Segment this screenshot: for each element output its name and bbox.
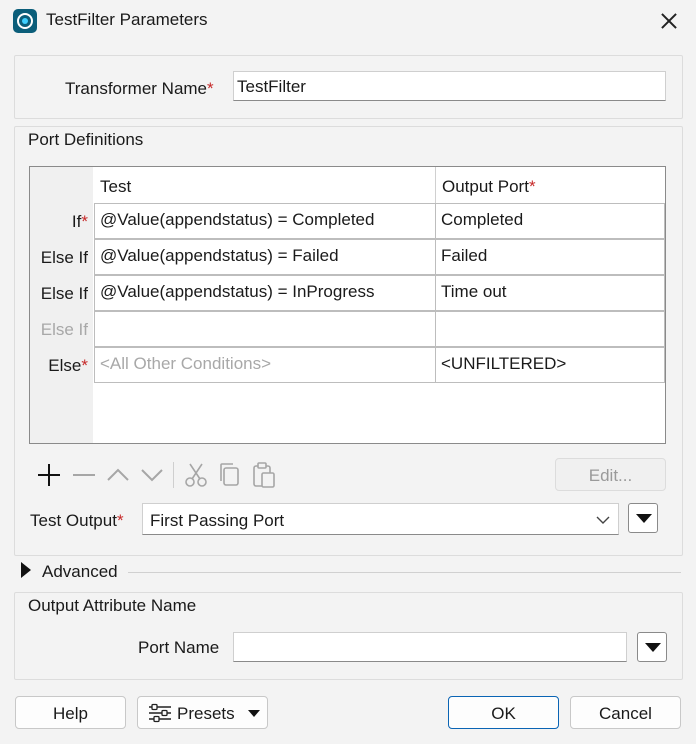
advanced-divider: [128, 572, 681, 573]
transformer-name-input[interactable]: TestFilter: [233, 71, 666, 101]
output-cell[interactable]: Completed: [435, 203, 665, 239]
advanced-label[interactable]: Advanced: [42, 562, 118, 582]
output-attribute-title: Output Attribute Name: [28, 596, 197, 615]
row-label-else-if: Else If: [40, 284, 88, 303]
toolbar-separator: [173, 462, 174, 488]
row-label-text: Else: [48, 356, 82, 375]
close-icon[interactable]: [652, 4, 686, 38]
required-star: *: [81, 212, 88, 231]
output-cell[interactable]: Failed: [435, 239, 665, 275]
required-star: *: [207, 79, 214, 98]
remove-icon[interactable]: [69, 460, 99, 490]
row-label-if: If*: [30, 212, 88, 232]
copy-icon[interactable]: [215, 460, 245, 490]
header-divider: [435, 167, 436, 203]
test-cell[interactable]: @Value(appendstatus) = Completed: [94, 203, 436, 239]
expand-triangle-icon[interactable]: [21, 562, 31, 578]
window-title: TestFilter Parameters: [46, 10, 208, 29]
help-button[interactable]: Help: [15, 696, 126, 729]
cancel-button[interactable]: Cancel: [570, 696, 681, 729]
output-cell[interactable]: Time out: [435, 275, 665, 311]
column-header-output-wrap[interactable]: Output Port*: [442, 177, 536, 197]
test-output-value: First Passing Port: [150, 511, 285, 530]
presets-button[interactable]: Presets: [137, 696, 268, 729]
port-name-dropdown-arrow-icon[interactable]: [637, 632, 667, 662]
test-cell[interactable]: @Value(appendstatus) = Failed: [94, 239, 436, 275]
dropdown-arrow-icon: [248, 710, 260, 717]
test-cell[interactable]: <All Other Conditions>: [94, 347, 436, 383]
test-cell[interactable]: @Value(appendstatus) = InProgress: [94, 275, 436, 311]
required-star: *: [81, 356, 88, 375]
row-label-else: Else*: [30, 356, 88, 376]
test-output-label-wrap: Test Output*: [30, 511, 124, 531]
edit-button[interactable]: Edit...: [555, 458, 666, 491]
cut-icon[interactable]: [181, 460, 211, 490]
row-label-else-if-placeholder: Else If: [40, 320, 88, 339]
column-header-output: Output Port: [442, 177, 529, 196]
add-icon[interactable]: [34, 460, 64, 490]
output-cell[interactable]: [435, 311, 665, 347]
required-star: *: [116, 511, 124, 530]
test-output-dropdown-arrow-icon[interactable]: [628, 503, 658, 533]
transformer-name-label-wrap: Transformer Name*: [65, 79, 214, 99]
row-label-else-if: Else If: [40, 248, 88, 267]
test-output-select[interactable]: First Passing Port: [142, 503, 619, 535]
move-down-icon[interactable]: [137, 460, 167, 490]
transformer-name-label: Transformer Name: [65, 79, 208, 98]
row-label-text: If: [71, 212, 82, 231]
port-name-label: Port Name: [138, 638, 220, 657]
transformer-name-value: TestFilter: [237, 77, 306, 96]
move-up-icon[interactable]: [103, 460, 133, 490]
test-output-label: Test Output: [30, 511, 117, 530]
port-name-input[interactable]: [233, 632, 627, 662]
column-header-test[interactable]: Test: [100, 177, 131, 197]
app-icon: [13, 9, 37, 33]
test-cell[interactable]: [94, 311, 436, 347]
chevron-down-icon: [596, 516, 610, 524]
paste-icon[interactable]: [249, 460, 279, 490]
ok-button[interactable]: OK: [448, 696, 559, 729]
presets-label: Presets: [177, 704, 235, 723]
required-star: *: [528, 177, 536, 196]
output-cell[interactable]: <UNFILTERED>: [435, 347, 665, 383]
presets-sliders-icon: [149, 703, 171, 723]
row-label-gutter: [30, 167, 93, 443]
port-definitions-title: Port Definitions: [28, 130, 144, 149]
